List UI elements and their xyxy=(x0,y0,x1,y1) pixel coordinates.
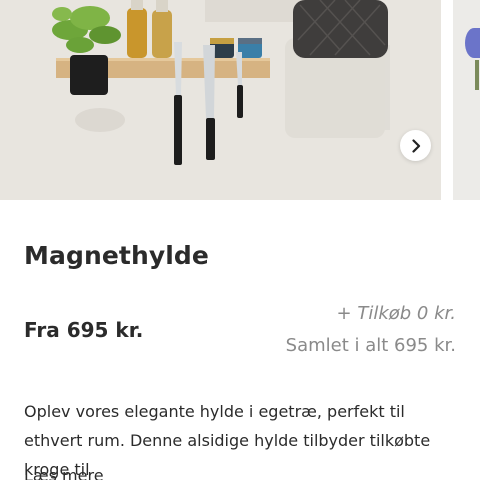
total-price: Samlet i alt 695 kr. xyxy=(285,335,456,356)
flower-stem-fragment xyxy=(475,60,479,90)
product-title: Magnethylde xyxy=(24,241,209,270)
product-image[interactable] xyxy=(0,0,441,200)
flower-image-fragment xyxy=(465,28,480,58)
product-image-gallery[interactable] xyxy=(0,0,480,200)
read-more-link[interactable]: Læs mere xyxy=(24,466,104,480)
next-product-image-preview[interactable] xyxy=(453,0,480,200)
shelf-photo xyxy=(0,0,441,200)
next-image-button[interactable] xyxy=(400,130,431,161)
addon-price: + Tilkøb 0 kr. xyxy=(336,303,456,324)
product-price: Fra 695 kr. xyxy=(24,318,144,342)
chevron-right-icon xyxy=(411,138,420,153)
